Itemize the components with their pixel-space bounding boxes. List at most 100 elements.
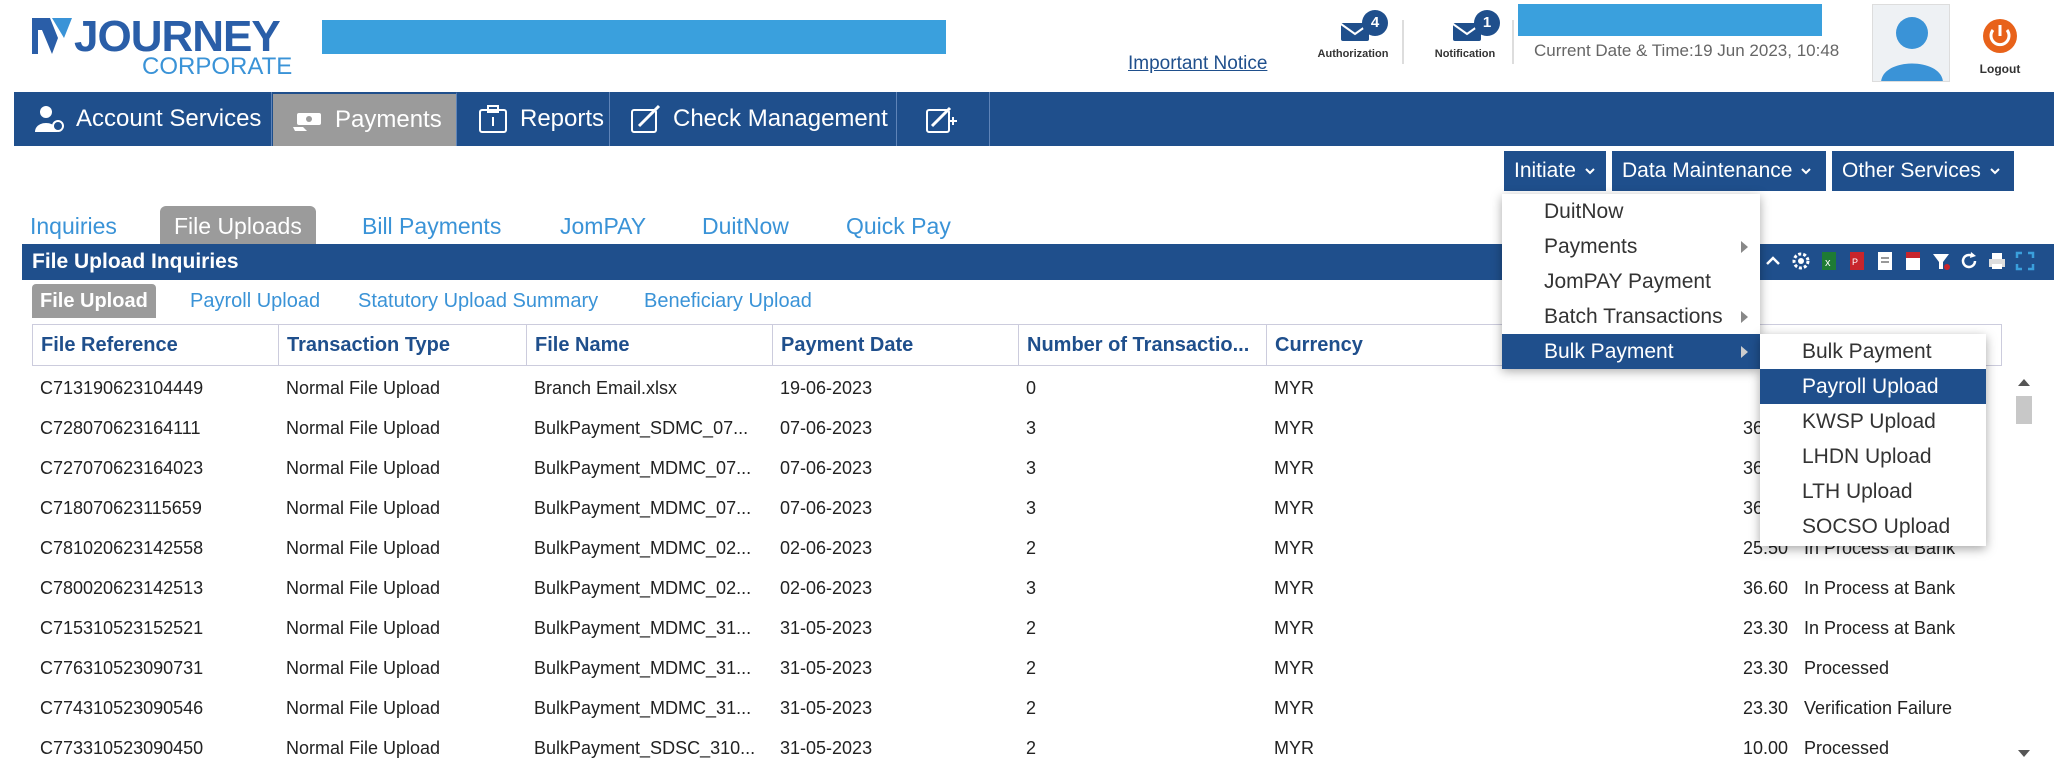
- fullscreen-icon[interactable]: [2014, 250, 2036, 272]
- scroll-up-icon[interactable]: [2014, 374, 2034, 390]
- nav-check-management[interactable]: Check Management: [611, 92, 897, 146]
- initiate-label: Initiate: [1514, 159, 1576, 182]
- cell-file: BulkPayment_MDMC_31...: [534, 617, 752, 638]
- cell-status: Verification Failure: [1804, 697, 1953, 718]
- table-row[interactable]: C776310523090731 Normal File Upload BulkPa…: [32, 648, 2022, 688]
- menu-item-batch-transactions[interactable]: Batch Transactions: [1502, 299, 1760, 334]
- vertical-scrollbar[interactable]: [2014, 370, 2034, 770]
- table-row[interactable]: C774310523090546 Normal File Upload BulkPa…: [32, 688, 2022, 728]
- table-row[interactable]: C728070623164111 Normal File Upload BulkPa…: [32, 408, 2022, 448]
- inner-tab-beneficiary-upload[interactable]: Beneficiary Upload: [636, 284, 820, 318]
- column-header-transaction-type[interactable]: Transaction Type: [279, 325, 527, 365]
- table-row[interactable]: C773310523090450 Normal File Upload BulkPa…: [32, 728, 2022, 768]
- nav-reports[interactable]: Reports: [458, 92, 610, 146]
- submenu-item-lth-upload[interactable]: LTH Upload: [1760, 474, 1986, 509]
- nav-payments[interactable]: Payments: [273, 92, 457, 146]
- data-maintenance-dropdown-button[interactable]: Data Maintenance: [1612, 151, 1826, 191]
- cell-count: 2: [1026, 617, 1037, 638]
- table-row[interactable]: C727070623164023 Normal File Upload BulkPa…: [32, 448, 2022, 488]
- tab-bill-payments[interactable]: Bill Payments: [348, 206, 515, 246]
- header-divider: [1402, 20, 1404, 64]
- cell-currency: MYR: [1274, 657, 1314, 678]
- data-maintenance-label: Data Maintenance: [1622, 159, 1793, 182]
- user-avatar[interactable]: [1872, 4, 1950, 82]
- panel-title: File Upload Inquiries: [32, 250, 239, 273]
- cell-date: 07-06-2023: [780, 417, 873, 438]
- column-header-file-name[interactable]: File Name: [527, 325, 773, 365]
- initiate-dropdown-button[interactable]: Initiate: [1504, 151, 1606, 191]
- cell-type: Normal File Upload: [286, 577, 441, 598]
- column-header-file-reference[interactable]: File Reference: [33, 325, 279, 365]
- important-notice-link[interactable]: Important Notice: [1128, 53, 1267, 75]
- pdf-icon[interactable]: P: [1846, 250, 1868, 272]
- journey-logo[interactable]: JOURNEY CORPORATE: [30, 14, 293, 80]
- notification-button[interactable]: 1 Notification: [1422, 10, 1508, 68]
- cell-status: In Process at Bank: [1804, 577, 1956, 598]
- nav-account-services[interactable]: Account Services: [14, 92, 272, 146]
- table-row[interactable]: C718070623115659 Normal File Upload BulkPa…: [32, 488, 2022, 528]
- user-avatar-icon: [1881, 17, 1943, 81]
- cell-file: BulkPayment_MDMC_02...: [534, 537, 752, 558]
- cell-amount: 25.50: [1742, 537, 1788, 558]
- current-date-time: Current Date & Time:19 Jun 2023, 10:48: [1534, 41, 1840, 60]
- tab-jompay[interactable]: JomPAY: [546, 206, 660, 246]
- scrollbar-thumb[interactable]: [2016, 396, 2032, 424]
- tab-duitnow[interactable]: DuitNow: [688, 206, 803, 246]
- submenu-item-socso-upload[interactable]: SOCSO Upload: [1760, 509, 1986, 544]
- notification-label: Notification: [1434, 48, 1496, 60]
- collapse-icon[interactable]: [1762, 250, 1784, 272]
- table-row[interactable]: C780020623142513 Normal File Upload BulkPa…: [32, 568, 2022, 608]
- print-icon[interactable]: [1986, 250, 2008, 272]
- submenu-item-lhdn-upload[interactable]: LHDN Upload: [1760, 439, 1986, 474]
- cell-amount: 10.00: [1742, 737, 1788, 758]
- excel-icon[interactable]: x: [1818, 250, 1840, 272]
- column-header-number-of-transactions[interactable]: Number of Transactio...: [1019, 325, 1267, 365]
- menu-item-bulk-payment[interactable]: Bulk Payment: [1502, 334, 1760, 369]
- table-row[interactable]: C713190623104449 Normal File Upload Branch…: [32, 368, 2022, 408]
- tab-inquiries[interactable]: Inquiries: [16, 206, 131, 246]
- cell-count: 3: [1026, 497, 1037, 518]
- document-icon[interactable]: [1874, 250, 1896, 272]
- submenu-item-bulk-payment[interactable]: Bulk Payment: [1760, 334, 1986, 369]
- menu-item-payments[interactable]: Payments: [1502, 229, 1760, 264]
- submenu-item-payroll-upload[interactable]: Payroll Upload: [1760, 369, 1986, 404]
- user-gear-icon: [35, 106, 64, 132]
- authorization-label: Authorization: [1317, 48, 1389, 60]
- tab-quick-pay[interactable]: Quick Pay: [832, 206, 965, 246]
- cell-ref: C773310523090450: [40, 737, 204, 758]
- refresh-icon[interactable]: [1958, 250, 1980, 272]
- csv-icon[interactable]: [1902, 250, 1924, 272]
- inner-tab-file-upload[interactable]: File Upload: [32, 284, 156, 318]
- other-services-label: Other Services: [1842, 159, 1981, 182]
- menu-item-duitnow[interactable]: DuitNow: [1502, 194, 1760, 229]
- tab-file-uploads[interactable]: File Uploads: [160, 206, 316, 246]
- column-header-payment-date[interactable]: Payment Date: [773, 325, 1019, 365]
- inner-tab-payroll-upload[interactable]: Payroll Upload: [182, 284, 328, 318]
- logo-subtitle: CORPORATE: [142, 53, 293, 80]
- cell-ref: C718070623115659: [40, 497, 202, 518]
- cell-ref: C713190623104449: [40, 377, 204, 398]
- logout-label: Logout: [1979, 62, 2021, 76]
- inner-tab-statutory-upload-summary[interactable]: Statutory Upload Summary: [350, 284, 606, 318]
- cell-amount: --: [1466, 368, 1796, 408]
- gear-icon[interactable]: [1790, 250, 1812, 272]
- submenu-item-kwsp-upload[interactable]: KWSP Upload: [1760, 404, 1986, 439]
- cell-file: BulkPayment_MDMC_07...: [534, 457, 752, 478]
- authorization-button[interactable]: 4 Authorization: [1310, 10, 1396, 68]
- logout-button[interactable]: Logout: [1970, 16, 2030, 80]
- table-row[interactable]: C715310523152521 Normal File Upload BulkPa…: [32, 608, 2022, 648]
- authorization-count-badge: 4: [1362, 10, 1388, 36]
- table-row[interactable]: C781020623142558 Normal File Upload BulkPa…: [32, 528, 2022, 568]
- nav-add-shortcut[interactable]: [898, 92, 990, 146]
- menu-item-label: JomPAY Payment: [1544, 269, 1711, 293]
- cell-ref: C776310523090731: [40, 657, 204, 678]
- cell-type: Normal File Upload: [286, 417, 441, 438]
- cell-date: 02-06-2023: [780, 577, 873, 598]
- cell-amount: 23.30: [1742, 657, 1788, 678]
- cell-amount: 36.60: [1466, 488, 1796, 528]
- filter-icon[interactable]: [1930, 250, 1952, 272]
- other-services-dropdown-button[interactable]: Other Services: [1832, 151, 2014, 191]
- scroll-down-icon[interactable]: [2014, 746, 2034, 762]
- cell-status: Processed: [1804, 657, 1890, 678]
- menu-item-jompay-payment[interactable]: JomPAY Payment: [1502, 264, 1760, 299]
